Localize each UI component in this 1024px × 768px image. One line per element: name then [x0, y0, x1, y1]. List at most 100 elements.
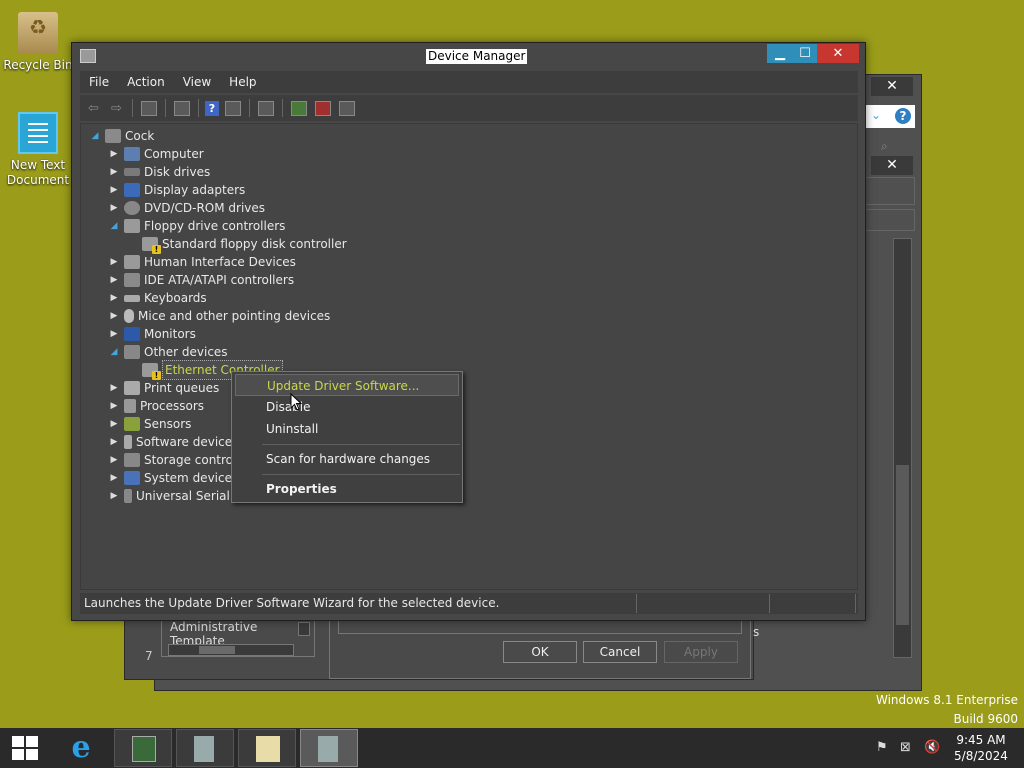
tree-item-software-devices[interactable]: ▶ Software devices: [108, 433, 238, 451]
start-button[interactable]: [12, 736, 38, 760]
scroll-up-button[interactable]: [298, 622, 310, 636]
search-icon[interactable]: ⌕: [881, 139, 888, 154]
tree-item-ide[interactable]: ▶ IDE ATA/ATAPI controllers: [108, 271, 294, 289]
cancel-button[interactable]: Cancel: [583, 641, 657, 663]
expand-arrow-icon[interactable]: ▶: [108, 271, 120, 289]
tree-item-disk-drives[interactable]: ▶ Disk drives: [108, 163, 211, 181]
collapse-arrow-icon[interactable]: ◢: [108, 217, 120, 235]
taskbar-device-app[interactable]: [176, 729, 234, 767]
expand-arrow-icon[interactable]: ▶: [108, 433, 120, 451]
expand-arrow-icon[interactable]: ▶: [108, 451, 120, 469]
tree-item-other-devices[interactable]: ◢ Other devices: [108, 343, 228, 361]
start-icon-tile: [12, 749, 24, 760]
tree-root[interactable]: ◢ Cock: [89, 127, 154, 145]
taskbar-notepad[interactable]: [238, 729, 296, 767]
tree-item-dvd-drives[interactable]: ▶ DVD/CD-ROM drives: [108, 199, 265, 217]
expand-arrow-icon[interactable]: ▶: [108, 397, 120, 415]
tree-item-system-devices[interactable]: ▶ System devices: [108, 469, 238, 487]
tree-item-hid[interactable]: ▶ Human Interface Devices: [108, 253, 296, 271]
tree-item-standard-floppy[interactable]: Standard floppy disk controller: [138, 235, 347, 254]
expand-arrow-icon[interactable]: ▶: [108, 253, 120, 271]
expand-arrow-icon[interactable]: ▶: [108, 487, 120, 505]
start-icon-tile: [26, 749, 38, 760]
apply-button[interactable]: Apply: [664, 641, 738, 663]
tree-item-label: System devices: [144, 471, 239, 485]
expand-arrow-icon[interactable]: ▶: [108, 181, 120, 199]
device-manager-icon: [80, 49, 96, 63]
properties-icon[interactable]: [174, 100, 190, 116]
horizontal-scrollbar[interactable]: [168, 644, 294, 656]
watermark-build: Build 9600: [953, 712, 1018, 726]
device-tree[interactable]: ◢ Cock ▶ Computer ▶ Disk drives ▶ Displa…: [80, 123, 858, 590]
tree-item-label: Computer: [144, 147, 204, 161]
background-search-box[interactable]: ⌄ ?: [865, 105, 915, 128]
menu-help[interactable]: Help: [220, 75, 265, 89]
menu-view[interactable]: View: [174, 75, 220, 89]
menu-item-uninstall[interactable]: Uninstall: [235, 418, 459, 440]
tree-item-computer[interactable]: ▶ Computer: [108, 145, 204, 163]
policy-tree-box[interactable]: Administrative Template: [161, 617, 315, 657]
collapse-arrow-icon[interactable]: ◢: [89, 127, 101, 145]
chevron-down-icon[interactable]: ⌄: [871, 108, 881, 122]
ok-button[interactable]: OK: [503, 641, 577, 663]
horizontal-scroll-thumb[interactable]: [199, 646, 235, 654]
show-hide-console-tree-icon[interactable]: [141, 100, 157, 116]
minimize-button[interactable]: ▁: [767, 44, 793, 63]
menu-item-properties[interactable]: Properties: [235, 478, 459, 500]
maximize-button[interactable]: ☐: [793, 44, 817, 63]
dialog-field[interactable]: [338, 620, 742, 634]
help-question-icon[interactable]: ?: [205, 100, 219, 116]
expand-arrow-icon[interactable]: ▶: [108, 145, 120, 163]
device-manager-window[interactable]: Device Manager ▁ ☐ ✕ File Action View He…: [71, 42, 866, 621]
uninstall-device-icon[interactable]: [315, 100, 331, 116]
back-arrow-icon[interactable]: ⇦: [84, 99, 103, 117]
internet-explorer-icon[interactable]: e: [64, 731, 98, 765]
background-scroll-thumb[interactable]: [896, 465, 909, 625]
expand-arrow-icon[interactable]: ▶: [108, 379, 120, 397]
tree-item-print-queues[interactable]: ▶ Print queues: [108, 379, 219, 397]
menu-item-update-driver[interactable]: Update Driver Software...: [235, 374, 459, 396]
expand-arrow-icon[interactable]: ▶: [108, 469, 120, 487]
tree-item-sensors[interactable]: ▶ Sensors: [108, 415, 191, 433]
tree-item-keyboards[interactable]: ▶ Keyboards: [108, 289, 207, 307]
title-bar[interactable]: Device Manager ▁ ☐ ✕: [72, 43, 865, 69]
help-icon[interactable]: ?: [895, 108, 911, 124]
inner-close-icon[interactable]: ✕: [871, 156, 913, 175]
tree-item-display-adapters[interactable]: ▶ Display adapters: [108, 181, 245, 199]
scan-hardware-icon[interactable]: [258, 100, 274, 116]
network-disconnected-icon[interactable]: ⊠: [900, 740, 911, 755]
hid-icon: [124, 255, 140, 269]
menu-item-scan-hardware[interactable]: Scan for hardware changes: [235, 448, 459, 470]
background-close-icon[interactable]: ✕: [871, 77, 913, 96]
tree-item-mice[interactable]: ▶ Mice and other pointing devices: [108, 307, 330, 325]
menu-file[interactable]: File: [80, 75, 118, 89]
volume-muted-icon[interactable]: 🔇: [924, 740, 940, 755]
expand-arrow-icon[interactable]: ▶: [108, 163, 120, 181]
menu-action[interactable]: Action: [118, 75, 174, 89]
update-driver-icon[interactable]: [291, 100, 307, 116]
background-dialog[interactable]: Administrative Template 7 s: [124, 612, 759, 680]
expand-arrow-icon[interactable]: ▶: [108, 325, 120, 343]
tree-item-monitors[interactable]: ▶ Monitors: [108, 325, 196, 343]
new-text-document-icon[interactable]: New Text Document: [2, 112, 74, 188]
taskbar-server-manager[interactable]: [114, 729, 172, 767]
clock[interactable]: 9:45 AM 5/8/2024: [952, 732, 1010, 764]
disable-device-icon[interactable]: [339, 100, 355, 116]
expand-arrow-icon[interactable]: ▶: [108, 199, 120, 217]
flag-icon[interactable]: ⚑: [876, 740, 888, 755]
expand-arrow-icon[interactable]: ▶: [108, 307, 120, 325]
tree-item-floppy-controllers[interactable]: ◢ Floppy drive controllers: [108, 217, 285, 235]
clock-date: 5/8/2024: [954, 749, 1008, 763]
tree-item-processors[interactable]: ▶ Processors: [108, 397, 204, 415]
menu-item-disable[interactable]: Disable: [235, 396, 459, 418]
start-icon-tile: [26, 736, 38, 747]
expand-arrow-icon[interactable]: ▶: [108, 415, 120, 433]
action-pane-icon[interactable]: [225, 100, 241, 116]
taskbar-device-manager[interactable]: [300, 729, 358, 767]
tree-item-label: IDE ATA/ATAPI controllers: [144, 273, 295, 287]
recycle-bin-icon[interactable]: Recycle Bin: [2, 12, 74, 73]
forward-arrow-icon[interactable]: ⇨: [107, 99, 126, 117]
close-button[interactable]: ✕: [817, 44, 859, 63]
collapse-arrow-icon[interactable]: ◢: [108, 343, 120, 361]
expand-arrow-icon[interactable]: ▶: [108, 289, 120, 307]
